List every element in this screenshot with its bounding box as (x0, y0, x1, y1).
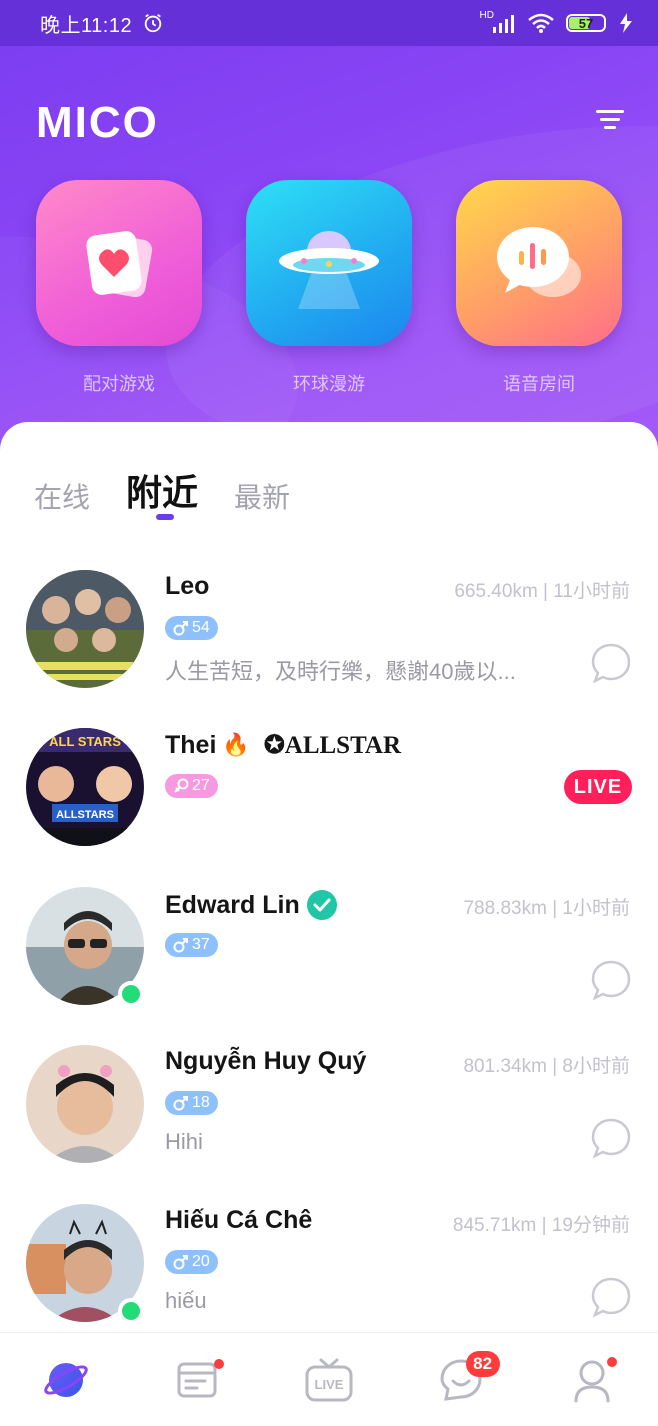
bottom-nav: LIVE 82 (0, 1332, 658, 1426)
male-icon (173, 1096, 188, 1111)
nav-profile[interactable] (557, 1345, 627, 1415)
user-distance-time: 801.34km | 8小时前 (463, 1056, 630, 1077)
user-bio: Hihi (165, 1129, 203, 1154)
gender-age-badge: 18 (165, 1091, 218, 1115)
nav-discover[interactable] (31, 1345, 101, 1415)
filter-icon[interactable] (596, 108, 624, 132)
online-indicator (118, 981, 144, 1007)
signal-icon (493, 15, 514, 33)
chat-bubble-icon[interactable] (590, 959, 632, 1001)
online-indicator (118, 1298, 144, 1324)
battery-indicator: 57 (566, 14, 606, 32)
male-icon (173, 938, 188, 953)
user-distance-time: 665.40km | 11小时前 (454, 581, 630, 602)
feature-tile[interactable] (456, 180, 622, 346)
fire-icon: 🔥 (222, 732, 250, 757)
user-name-text: Thei (165, 730, 217, 759)
age-value: 27 (192, 777, 210, 794)
tab-newest[interactable]: 最新 (234, 476, 290, 516)
feature-tile[interactable] (36, 180, 202, 346)
avatar[interactable] (26, 570, 144, 688)
user-distance-time: 845.71km | 19分钟前 (452, 1215, 630, 1236)
female-icon (174, 778, 189, 793)
feature-label: 环球漫游 (293, 374, 365, 394)
nav-feed[interactable] (162, 1345, 232, 1415)
age-value: 18 (192, 1094, 210, 1111)
tab-indicator (156, 514, 174, 520)
user-name-text: Edward Lin (165, 890, 300, 919)
user-row[interactable]: Leo 665.40km | 11小时前 54 人生苦短，及時行樂，懸謝40歲以… (0, 570, 658, 728)
notification-dot (214, 1358, 225, 1369)
verified-icon (306, 890, 337, 920)
planet-icon (44, 1362, 88, 1397)
wifi-icon (528, 13, 554, 33)
feature-match-game[interactable]: 配对游戏 (36, 180, 202, 396)
status-time: 晚上11:12 (40, 14, 133, 37)
user-name-suffix: ✪ALLSTAR (263, 732, 401, 759)
nearby-list-card: 在线 附近 最新 Leo 665.40km | 11小时前 54 人生苦短，及時… (0, 422, 658, 1332)
notification-dot (607, 1356, 618, 1367)
live-tv-icon: LIVE (305, 1358, 353, 1401)
user-row[interactable]: Nguyễn Huy Quý 801.34km | 8小时前 18 Hihi (0, 1045, 658, 1203)
feature-global-roam[interactable]: 环球漫游 (246, 180, 412, 396)
gender-age-badge: 27 (165, 774, 218, 798)
ufo-icon (279, 231, 379, 309)
feature-tile[interactable] (246, 180, 412, 346)
heart-card-icon (86, 231, 153, 298)
gender-age-badge: 54 (165, 616, 218, 640)
user-name-text: Leo (165, 572, 210, 600)
user-bio: 人生苦短，及時行樂，懸謝40歲以... (165, 659, 516, 684)
list-tabs: 在线 附近 最新 (34, 464, 290, 516)
svg-text:ALL STARS: ALL STARS (49, 734, 121, 749)
avatar[interactable]: ALL STARS ALLSTARS (26, 728, 144, 846)
user-name: Thei 🔥 ✪ALLSTAR (165, 730, 401, 760)
feed-icon (177, 1362, 217, 1397)
user-name-text: Hiếu Cá Chê (165, 1206, 313, 1234)
age-value: 20 (192, 1253, 210, 1270)
user-name: Hiếu Cá Chê (165, 1206, 312, 1235)
live-tv-label: LIVE (315, 1377, 344, 1392)
app-logo: MICO (36, 98, 159, 147)
svg-text:ALLSTARS: ALLSTARS (56, 809, 114, 821)
gender-age-badge: 37 (165, 933, 218, 957)
battery-level: 57 (578, 15, 594, 31)
chat-bubble-icon[interactable] (590, 642, 632, 684)
unread-count-badge: 82 (465, 1350, 500, 1377)
male-icon (173, 1255, 188, 1270)
feature-label: 语音房间 (503, 374, 575, 394)
user-bio: hiếu (165, 1288, 207, 1313)
nav-live[interactable]: LIVE (294, 1345, 364, 1415)
tab-nearby[interactable]: 附近 (126, 464, 198, 516)
live-badge[interactable]: LIVE (564, 770, 632, 804)
age-value: 37 (192, 936, 210, 953)
tab-online[interactable]: 在线 (34, 476, 90, 516)
network-label: HD (479, 9, 494, 21)
male-icon (173, 621, 188, 636)
feature-voice-room[interactable]: 语音房间 (456, 180, 622, 396)
user-row[interactable]: Edward Lin 788.83km | 1小时前 37 (0, 887, 658, 1045)
user-row[interactable]: ALL STARS ALLSTARS Thei 🔥 ✪ALLSTAR 27 LI… (0, 728, 658, 886)
user-distance-time: 788.83km | 1小时前 (463, 898, 630, 919)
status-bar: 晚上11:12 HD 57 (0, 0, 658, 46)
chat-bubble-icon[interactable] (590, 1117, 632, 1159)
user-name: Nguyễn Huy Quý (165, 1047, 366, 1076)
user-name: Edward Lin (165, 889, 338, 921)
voice-bubble-icon (497, 227, 581, 297)
avatar[interactable] (26, 1045, 144, 1163)
chat-bubble-icon[interactable] (590, 1276, 632, 1318)
nav-messages[interactable]: 82 (426, 1345, 500, 1415)
charging-icon (620, 13, 632, 33)
feature-label: 配对游戏 (83, 374, 155, 394)
alarm-icon (144, 13, 162, 33)
user-name-text: Nguyễn Huy Quý (165, 1047, 367, 1075)
age-value: 54 (192, 619, 210, 636)
gender-age-badge: 20 (165, 1250, 218, 1274)
user-name: Leo (165, 572, 209, 601)
